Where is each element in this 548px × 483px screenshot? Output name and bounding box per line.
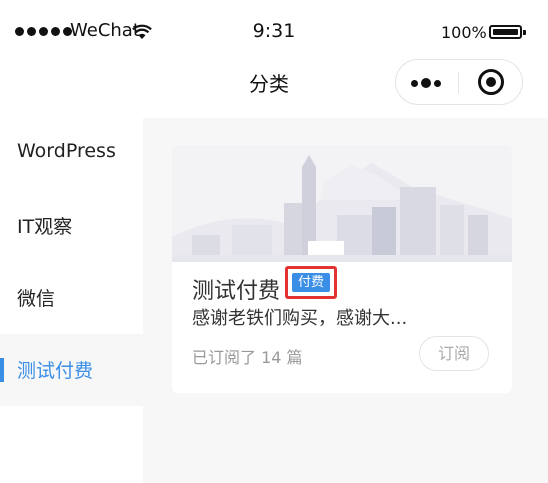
sidebar-item-wechat[interactable]: 微信: [0, 262, 143, 334]
sidebar-item-label: IT观察: [17, 216, 73, 238]
sidebar-item-wordpress[interactable]: WordPress: [0, 118, 143, 190]
sidebar-item-label: WordPress: [17, 140, 116, 162]
sidebar-item-label: 微信: [17, 288, 56, 310]
sidebar-item-label: 测试付费: [17, 360, 94, 382]
cover-illustration: [172, 145, 512, 262]
sidebar-item-test-paid[interactable]: 测试付费: [0, 334, 143, 406]
paid-badge: 付费: [292, 273, 330, 292]
subscription-count: 已订阅了 14 篇: [192, 348, 303, 367]
battery-icon: [489, 25, 526, 39]
category-content: 测试付费 付费 感谢老铁们购买，感谢大... 已订阅了 14 篇 订阅: [143, 118, 548, 483]
status-bar: WeChat 9:31 100%: [0, 0, 548, 64]
mini-program-capsule: [395, 59, 523, 105]
sidebar-item-it-observation[interactable]: IT观察: [0, 190, 143, 262]
subscribe-button[interactable]: 订阅: [419, 336, 489, 371]
highlight-box: 付费: [285, 266, 337, 299]
topic-card[interactable]: 测试付费 付费 感谢老铁们购买，感谢大... 已订阅了 14 篇 订阅: [172, 145, 512, 393]
close-target-icon[interactable]: [478, 69, 504, 95]
capsule-divider: [458, 72, 459, 94]
battery-percentage: 100%: [441, 23, 487, 42]
category-sidebar: WordPress IT观察 微信 测试付费: [0, 118, 143, 483]
topic-description: 感谢老铁们购买，感谢大...: [192, 308, 408, 329]
topic-title: 测试付费: [192, 279, 281, 304]
active-indicator: [0, 358, 4, 382]
more-icon[interactable]: [411, 78, 441, 88]
